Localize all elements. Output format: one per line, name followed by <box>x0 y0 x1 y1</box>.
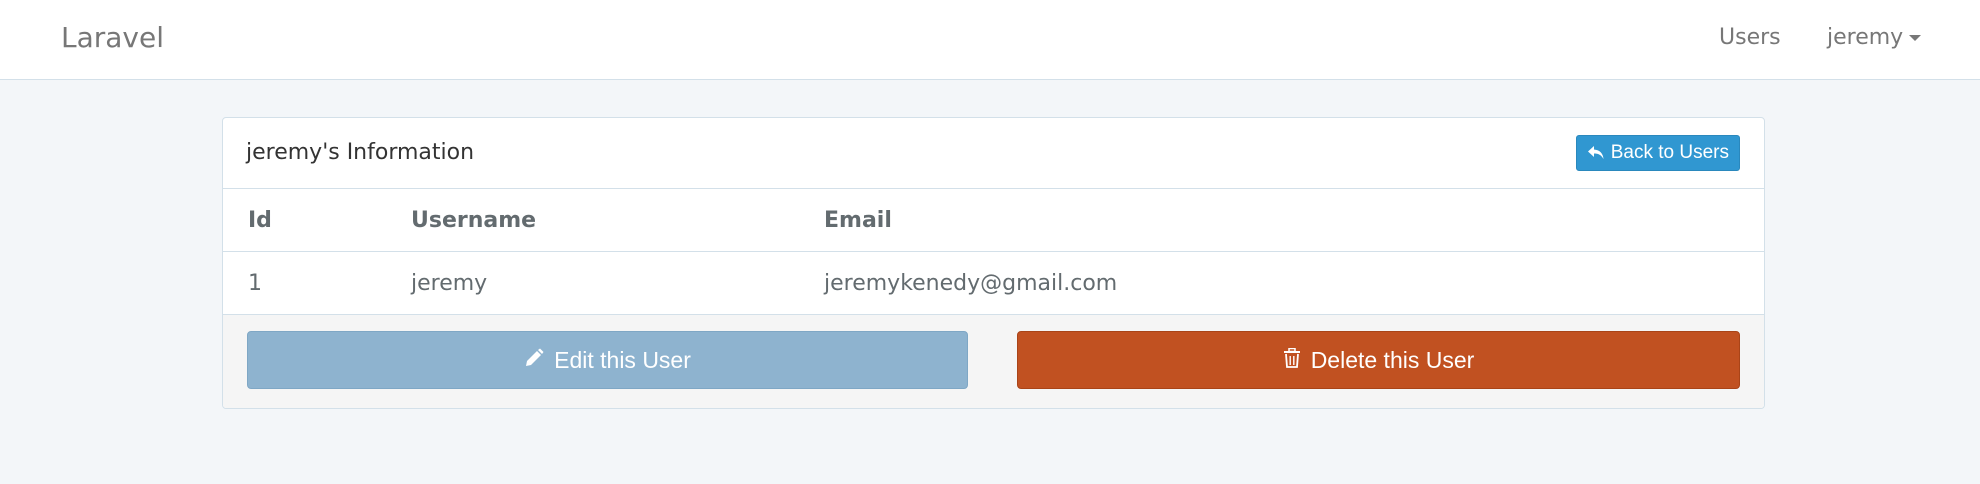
pencil-icon <box>524 347 544 374</box>
trash-icon <box>1283 347 1301 374</box>
user-menu-label: jeremy <box>1827 25 1904 50</box>
column-header-username: Username <box>411 208 537 233</box>
panel-footer: Edit this User Delete this User <box>223 315 1764 408</box>
cell-email: jeremykenedy@gmail.com <box>824 271 1118 296</box>
panel-title: jeremy's Information <box>246 140 475 165</box>
caret-down-icon <box>1909 35 1922 41</box>
edit-user-button[interactable]: Edit this User <box>247 331 968 389</box>
back-to-users-label: Back to Users <box>1610 142 1729 163</box>
user-menu-toggle[interactable]: jeremy <box>1827 22 1922 54</box>
edit-user-label: Edit this User <box>554 346 691 373</box>
nav-users-link[interactable]: Users <box>1719 22 1781 54</box>
table-header-row: Id Username Email <box>223 189 1764 252</box>
cell-username: jeremy <box>411 271 488 296</box>
user-info-panel: jeremy's Information Back to Users Id Us… <box>222 117 1765 409</box>
reply-icon <box>1587 145 1605 161</box>
user-table: Id Username Email 1 jeremy jeremykenedy@… <box>223 189 1764 315</box>
delete-user-button[interactable]: Delete this User <box>1017 331 1740 389</box>
table-row: 1 jeremy jeremykenedy@gmail.com <box>223 252 1764 315</box>
panel-heading: jeremy's Information Back to Users <box>223 118 1764 189</box>
column-header-id: Id <box>248 208 272 233</box>
top-navbar: Laravel Users jeremy <box>0 0 1980 80</box>
brand-link[interactable]: Laravel <box>61 20 164 56</box>
back-to-users-button[interactable]: Back to Users <box>1575 135 1740 171</box>
cell-id: 1 <box>248 271 262 296</box>
delete-user-label: Delete this User <box>1310 346 1475 373</box>
column-header-email: Email <box>824 208 892 233</box>
